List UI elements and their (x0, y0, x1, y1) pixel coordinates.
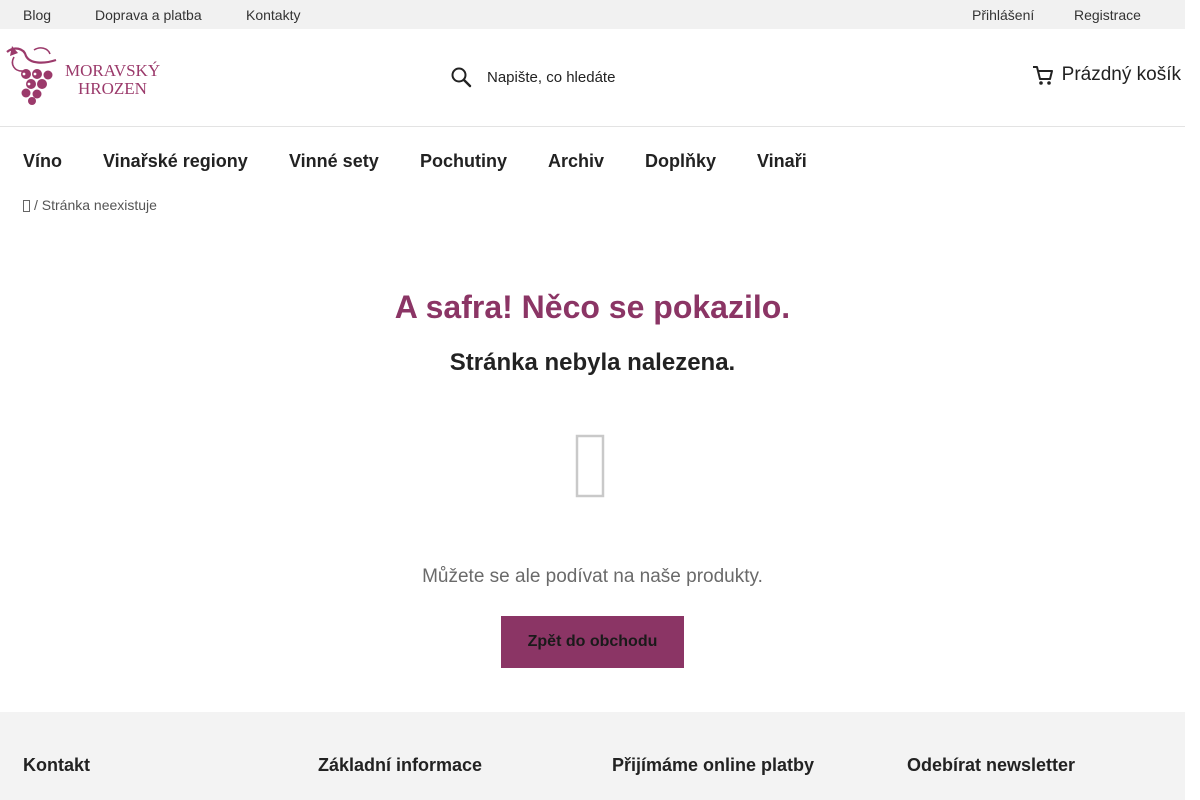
breadcrumb: / Stránka neexistuje (23, 197, 157, 213)
page-subtitle: Stránka nebyla nalezena. (449, 349, 736, 376)
missing-glyph-icon (575, 434, 605, 498)
footer-heading-contact: Kontakt (23, 755, 90, 775)
products-hint: Můžete se ale podívat na naše produkty. (422, 566, 763, 587)
nav-item-wine-sets[interactable]: Vinné sety (289, 151, 379, 172)
cart-icon (1032, 66, 1053, 85)
breadcrumb-current: / Stránka neexistuje (34, 197, 157, 213)
footer-heading-newsletter: Odebírat newsletter (907, 755, 1076, 775)
login-link[interactable]: Přihlášení (972, 7, 1034, 23)
svg-text:MORAVSKÝ: MORAVSKÝ (65, 61, 160, 80)
main-navigation: Víno Vinařské regiony Vinné sety Pochuti… (0, 127, 1185, 195)
register-link[interactable]: Registrace (1074, 7, 1141, 23)
site-header: MORAVSKÝ HROZEN Prázdný košík (0, 29, 1185, 127)
footer-heading-payments: Přijímáme online platby (612, 755, 815, 775)
page-title: A safra! Něco se pokazilo. (394, 289, 791, 325)
grape-vine-icon: MORAVSKÝ HROZEN (6, 46, 160, 105)
top-bar: Blog Doprava a platba Kontakty Přihlášen… (0, 0, 1185, 29)
topbar-link-contacts[interactable]: Kontakty (246, 7, 300, 23)
topbar-link-shipping[interactable]: Doprava a platba (95, 7, 202, 23)
nav-item-delicacies[interactable]: Pochutiny (420, 151, 507, 172)
search-icon[interactable] (450, 66, 472, 88)
cart-button[interactable]: Prázdný košík (1032, 64, 1181, 86)
footer-heading-basic-info: Základní informace (318, 755, 483, 775)
topbar-link-blog[interactable]: Blog (23, 7, 51, 23)
back-to-shop-button[interactable]: Zpět do obchodu (501, 616, 684, 668)
nav-item-accessories[interactable]: Doplňky (645, 151, 716, 172)
footer: Kontakt Základní informace Přijímáme onl… (0, 712, 1185, 800)
search-bar (450, 62, 747, 92)
home-icon[interactable] (23, 199, 30, 212)
nav-item-wine[interactable]: Víno (23, 151, 62, 172)
nav-item-winemakers[interactable]: Vinaři (757, 151, 807, 172)
svg-text:HROZEN: HROZEN (78, 79, 147, 98)
nav-item-wine-regions[interactable]: Vinařské regiony (103, 151, 248, 172)
cart-label: Prázdný košík (1061, 64, 1181, 85)
nav-item-archive[interactable]: Archiv (548, 151, 604, 172)
search-input[interactable] (487, 68, 747, 86)
logo[interactable]: MORAVSKÝ HROZEN (4, 44, 169, 106)
